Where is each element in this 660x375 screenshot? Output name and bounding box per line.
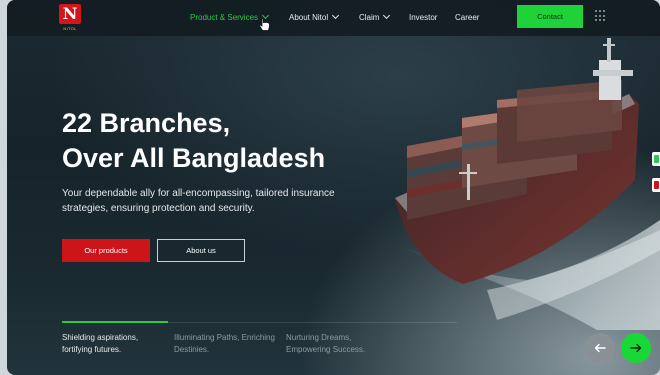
- side-chat-widget[interactable]: [652, 152, 660, 166]
- hand-cursor-icon: [259, 18, 270, 31]
- side-call-widget[interactable]: [652, 178, 660, 192]
- our-products-button[interactable]: Our products: [62, 239, 150, 262]
- nav-career[interactable]: Career: [455, 0, 479, 34]
- chevron-down-icon: [332, 11, 340, 20]
- about-us-button[interactable]: About us: [157, 239, 245, 262]
- logo-mark: N: [59, 4, 81, 24]
- nav-label: Claim: [359, 12, 380, 22]
- nav-product-services[interactable]: Product & Services: [190, 0, 270, 34]
- container-ship-image: [395, 38, 660, 330]
- hero-subtitle: Your dependable ally for all-encompassin…: [62, 188, 335, 214]
- hero-title-line-1: 22 Branches,: [62, 108, 231, 138]
- slider-prev-button[interactable]: [585, 333, 615, 363]
- nav-label: Career: [455, 12, 480, 22]
- slider-tab-line: Shielding aspirations,: [62, 333, 139, 342]
- hero-section: N NITOL Product & Services About Nitol C…: [7, 0, 660, 375]
- nav-label: About Nitol: [289, 12, 329, 22]
- nav-investor[interactable]: Investor: [409, 0, 437, 34]
- slider-tab-2[interactable]: Illuminating Paths, Enriching Destinies.: [174, 332, 284, 356]
- slider-tab-line: Destinies.: [174, 345, 210, 354]
- arrow-right-icon: [630, 343, 642, 353]
- nav-label: Investor: [409, 12, 438, 22]
- contact-button[interactable]: Contact: [517, 5, 583, 28]
- slider-tab-line: Nurturing Dreams,: [286, 333, 352, 342]
- apps-grid-icon[interactable]: [595, 10, 607, 22]
- chevron-down-icon: [383, 11, 391, 20]
- nav-label: Product & Services: [190, 12, 259, 22]
- slider-tab-3[interactable]: Nurturing Dreams, Empowering Success.: [286, 332, 396, 356]
- logo-caption: NITOL: [63, 26, 77, 31]
- arrow-left-icon: [594, 343, 606, 353]
- slider-tab-line: Illuminating Paths, Enriching: [174, 333, 275, 342]
- nav-claim[interactable]: Claim: [359, 0, 391, 34]
- slider-tab-line: Empowering Success.: [286, 345, 366, 354]
- slider-progress-active: [62, 321, 168, 323]
- nav-about-nitol[interactable]: About Nitol: [289, 0, 340, 34]
- slider-tab-line: fortifying futures.: [62, 345, 122, 354]
- nitol-logo[interactable]: N NITOL: [58, 4, 82, 32]
- hero-title-line-2: Over All Bangladesh: [62, 143, 326, 173]
- slider-next-button[interactable]: [621, 333, 651, 363]
- slider-tab-1[interactable]: Shielding aspirations, fortifying future…: [62, 332, 172, 356]
- top-navigation-bar: N NITOL Product & Services About Nitol C…: [7, 0, 660, 36]
- hero-title: 22 Branches, Over All Bangladesh: [62, 106, 382, 176]
